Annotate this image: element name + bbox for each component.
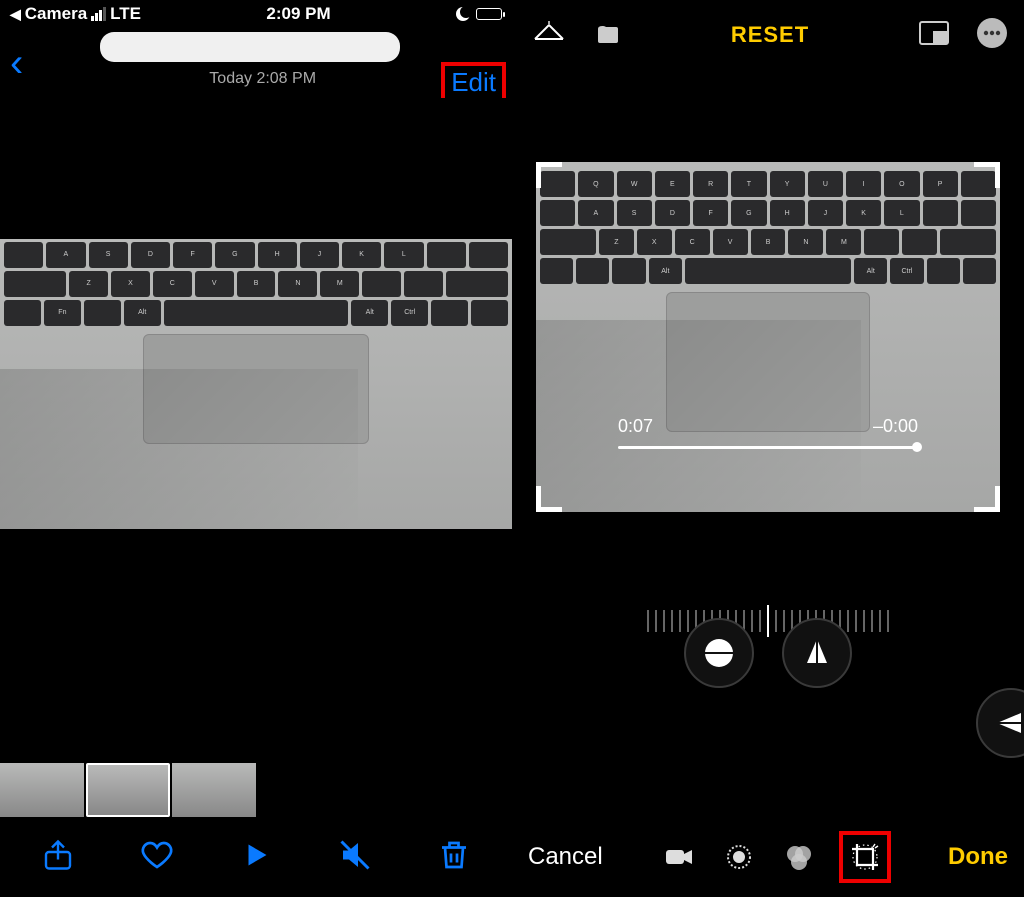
crop-mode-icon[interactable] <box>845 837 885 877</box>
trash-icon[interactable] <box>436 837 472 878</box>
scrubber-thumb-icon[interactable] <box>912 442 922 452</box>
cancel-button[interactable]: Cancel <box>528 843 603 871</box>
status-time: 2:09 PM <box>266 4 330 24</box>
status-bar: ◀ Camera LTE 2:09 PM <box>0 0 512 28</box>
straighten-button[interactable] <box>684 618 754 688</box>
photo-timestamp: Today 2:08 PM <box>23 70 502 88</box>
crop-handle-tl[interactable] <box>536 162 562 188</box>
back-to-app-chevron-icon[interactable]: ◀ <box>10 6 21 23</box>
done-button[interactable]: Done <box>948 843 1008 871</box>
edit-button[interactable]: Edit <box>451 67 496 97</box>
redacted-title <box>100 32 400 62</box>
status-carrier: LTE <box>110 4 141 24</box>
crop-handle-bl[interactable] <box>536 486 562 512</box>
flip-horizontal-button[interactable] <box>782 618 852 688</box>
play-icon[interactable] <box>238 837 274 878</box>
crop-handle-br[interactable] <box>974 486 1000 512</box>
back-button[interactable]: ‹ <box>10 41 23 86</box>
thumbnail[interactable] <box>172 763 256 817</box>
video-scrubber[interactable]: 0:07 –0:00 <box>618 422 918 452</box>
adjust-mode-icon[interactable] <box>719 837 759 877</box>
elapsed-time: 0:07 <box>618 416 653 437</box>
remaining-time: –0:00 <box>873 416 918 437</box>
reset-button[interactable]: RESET <box>731 22 809 48</box>
pip-icon[interactable] <box>918 20 950 51</box>
more-icon[interactable] <box>976 17 1008 54</box>
cellular-signal-icon <box>91 7 106 21</box>
main-photo-area[interactable]: ASDFGHJKL ZXCVBNM FnAltAltCtrl <box>0 98 512 739</box>
crop-handle-tr[interactable] <box>974 162 1000 188</box>
status-back-app[interactable]: Camera <box>25 4 87 24</box>
filters-mode-icon[interactable] <box>779 837 819 877</box>
photo-toolbar <box>0 817 512 897</box>
flip-icon[interactable] <box>532 19 566 52</box>
thumbnail-selected[interactable] <box>86 763 170 817</box>
mute-icon[interactable] <box>337 837 373 878</box>
share-icon[interactable] <box>40 837 76 878</box>
thumbnail-strip[interactable] <box>0 763 512 817</box>
edit-bottom-bar: Cancel Done <box>512 817 1024 897</box>
edit-crop-screen: RESET QWERTYUIOP ASDFGHJKL ZXCVBNM AltAl… <box>512 0 1024 897</box>
crop-mode-highlight <box>839 831 891 883</box>
heart-icon[interactable] <box>139 837 175 878</box>
aspect-icon[interactable] <box>592 19 622 52</box>
flip-vertical-button[interactable] <box>976 688 1024 758</box>
photo-content: ASDFGHJKL ZXCVBNM FnAltAltCtrl <box>0 239 512 529</box>
video-mode-icon[interactable] <box>659 837 699 877</box>
photos-viewer-screen: ◀ Camera LTE 2:09 PM ‹ Today 2:08 PM Edi… <box>0 0 512 897</box>
crop-preview[interactable]: QWERTYUIOP ASDFGHJKL ZXCVBNM AltAltCtrl … <box>536 162 1000 512</box>
battery-icon <box>476 8 502 20</box>
edit-top-bar: RESET <box>512 0 1024 70</box>
thumbnail[interactable] <box>0 763 84 817</box>
do-not-disturb-icon <box>456 7 470 21</box>
